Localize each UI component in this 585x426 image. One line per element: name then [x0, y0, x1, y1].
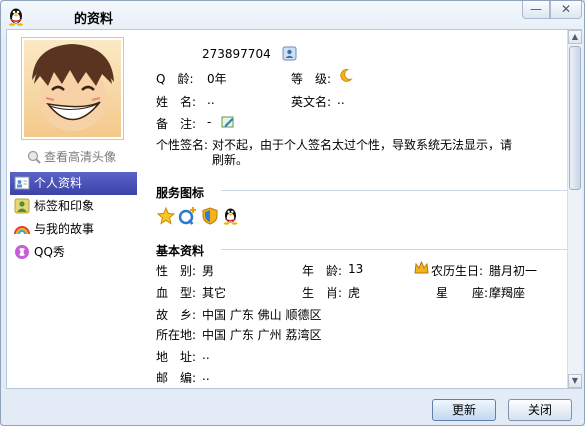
q-plus-icon[interactable]: [178, 206, 198, 226]
address-label: 地 址:: [156, 350, 197, 364]
scrollbar-thumb[interactable]: [569, 46, 581, 190]
refresh-button[interactable]: 更新: [432, 399, 496, 421]
constellation-value: 摩羯座: [489, 286, 526, 300]
view-hd-avatar-label: 查看高清头像: [44, 150, 117, 164]
profile-card-icon: [14, 176, 30, 190]
edit-note-icon[interactable]: [221, 115, 235, 129]
level-label: 等 级:: [291, 72, 332, 86]
contact-card-icon[interactable]: [282, 46, 297, 61]
service-icons-heading: 服务图标: [156, 186, 205, 200]
scroll-down-arrow-icon[interactable]: ▼: [568, 374, 582, 388]
nav-item-profile[interactable]: 个人资料: [10, 172, 137, 195]
profile-window: 的资料 — ✕ 查看高清头像 个人资料 标签和印象 与我的故事 QQ秀 2738…: [0, 0, 585, 426]
location-label: 所在地:: [156, 328, 197, 342]
location-value: 中国 广东 广州 荔湾区: [202, 328, 322, 342]
note-value: -: [207, 115, 212, 129]
basic-info-heading: 基本资料: [156, 244, 205, 258]
avatar-image: [24, 40, 121, 137]
qq-penguin-icon: [9, 8, 23, 26]
close-button[interactable]: 关闭: [508, 399, 572, 421]
moon-level-icon[interactable]: [338, 68, 353, 83]
crown-icon: [414, 261, 429, 274]
zodiac-label: 生 肖:: [302, 286, 343, 300]
gender-label: 性 别:: [156, 264, 197, 278]
lunar-birthday-value: 腊月初一: [489, 264, 538, 278]
nav-label-stories: 与我的故事: [34, 222, 95, 236]
content-panel: 查看高清头像 个人资料 标签和印象 与我的故事 QQ秀 273897704 Q …: [6, 29, 582, 389]
divider: [221, 190, 567, 191]
window-title: 的资料: [74, 12, 114, 27]
star-icon[interactable]: [157, 207, 175, 225]
signature-label: 个性签名:: [156, 138, 209, 152]
vertical-scrollbar[interactable]: ▲ ▼: [567, 30, 582, 388]
nav-label-qqshow: QQ秀: [34, 245, 65, 259]
zodiac-value: 虎: [348, 286, 361, 300]
divider: [221, 249, 567, 250]
blood-type-label: 血 型:: [156, 286, 197, 300]
shield-icon[interactable]: [202, 207, 218, 225]
constellation-label: 星 座:: [436, 286, 489, 300]
avatar[interactable]: [21, 37, 124, 140]
qq-penguin-icon[interactable]: [222, 206, 239, 225]
magnifier-icon: [27, 150, 41, 164]
age-value: 13: [348, 262, 364, 276]
postcode-value: ..: [202, 369, 210, 383]
gender-value: 男: [202, 264, 215, 278]
signature-line1: 对不起，由于个人签名太过个性，导致系统无法显示，请: [212, 138, 513, 152]
address-value: ..: [202, 348, 210, 362]
scroll-up-arrow-icon[interactable]: ▲: [568, 30, 582, 44]
name-label: 姓 名:: [156, 95, 197, 109]
rainbow-icon: [14, 226, 30, 235]
nav-label-profile: 个人资料: [34, 176, 83, 190]
signature-line2: 刷新。: [212, 153, 249, 167]
nav-item-qqshow[interactable]: QQ秀: [10, 241, 137, 264]
note-label: 备 注:: [156, 117, 197, 131]
q-age-value: 0年: [207, 72, 227, 86]
qq-number: 273897704: [202, 47, 271, 61]
close-window-button[interactable]: ✕: [550, 1, 582, 19]
view-hd-avatar-link[interactable]: 查看高清头像: [27, 148, 116, 165]
profile-detail-panel: 273897704 Q 龄: 0年 等 级: 姓 名: .. 英文名: .. 备…: [141, 30, 567, 388]
nav-item-tags[interactable]: 标签和印象: [10, 195, 137, 218]
postcode-label: 邮 编:: [156, 371, 197, 385]
english-name-label: 英文名:: [291, 95, 332, 109]
age-label: 年 龄:: [302, 264, 343, 278]
qq-show-icon: [15, 245, 29, 259]
blood-type-value: 其它: [202, 286, 227, 300]
q-age-label: Q 龄:: [156, 72, 194, 86]
left-panel: 查看高清头像 个人资料 标签和印象 与我的故事 QQ秀: [7, 30, 141, 388]
nav-label-tags: 标签和印象: [34, 199, 95, 213]
side-nav: 个人资料 标签和印象 与我的故事 QQ秀: [10, 172, 137, 264]
name-value: ..: [207, 93, 215, 107]
title-bar[interactable]: 的资料 — ✕: [1, 1, 584, 31]
hometown-label: 故 乡:: [156, 308, 197, 322]
lunar-birthday-label: 农历生日:: [431, 264, 484, 278]
nav-item-stories[interactable]: 与我的故事: [10, 218, 137, 241]
minimize-button[interactable]: —: [522, 1, 550, 19]
english-name-value: ..: [337, 93, 345, 107]
hometown-value: 中国 广东 佛山 顺德区: [202, 308, 322, 322]
tag-person-icon: [14, 198, 30, 214]
